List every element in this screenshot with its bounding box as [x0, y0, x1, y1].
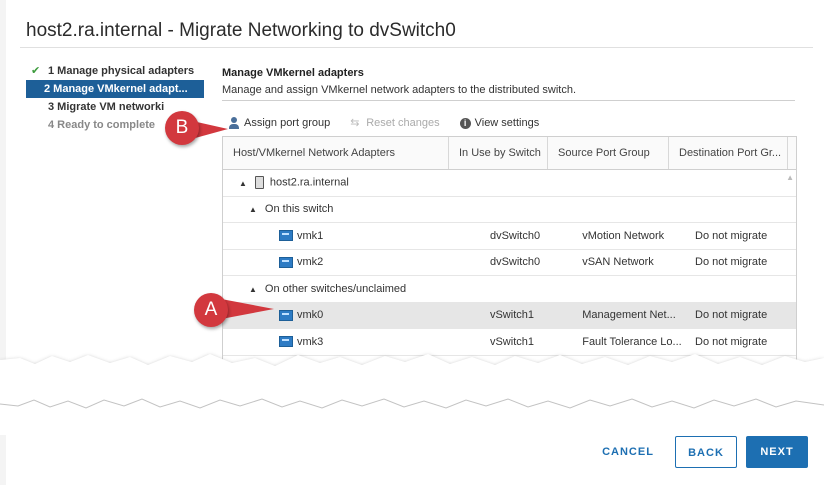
cell-switch: dvSwitch0: [489, 229, 541, 242]
cell-destination-port-group: Do not migrate: [695, 229, 768, 242]
cell-source-port-group: vSAN Network: [582, 256, 654, 269]
adapter-name: vmk0: [297, 309, 324, 322]
step-label: 1 Manage physical adapters: [48, 65, 195, 77]
reset-changes-label: Reset changes: [366, 117, 440, 129]
column-header-adapters[interactable]: Host/VMkernel Network Adapters: [223, 137, 449, 169]
cell-switch: dvSwitch0: [489, 256, 541, 269]
adapter-name: vmk1: [297, 229, 324, 242]
next-button[interactable]: NEXT: [746, 436, 808, 468]
cell-destination-port-group: Do not migrate: [695, 256, 768, 269]
view-settings-label: View settings: [474, 117, 540, 129]
title-divider: [20, 47, 813, 48]
table-row[interactable]: vmk1 dvSwitch0 vMotion Network Do not mi…: [223, 223, 796, 250]
network-adapter-icon: [279, 230, 293, 242]
group-row-other-switches[interactable]: ▲ On other switches/unclaimed: [223, 276, 796, 303]
column-header-source-port-group[interactable]: Source Port Group: [548, 137, 669, 169]
section-title: Manage VMkernel adapters: [222, 67, 364, 79]
assign-port-group-button[interactable]: Assign port group: [228, 117, 330, 129]
assign-port-group-label: Assign port group: [244, 117, 331, 129]
column-header-in-use-by-switch[interactable]: In Use by Switch: [449, 137, 548, 169]
step-label: 3 Migrate VM networki: [48, 101, 165, 113]
table-row[interactable]: vmk2 dvSwitch0 vSAN Network Do not migra…: [223, 250, 796, 276]
network-adapter-icon: [279, 256, 293, 268]
step-label: 2 Manage VMkernel adapt...: [44, 83, 188, 95]
group-label: On other switches/unclaimed: [264, 282, 407, 295]
checkmark-icon: ✔: [31, 65, 41, 77]
section-divider: [222, 100, 795, 101]
view-settings-button[interactable]: i View settings: [459, 117, 540, 129]
torn-edge-separator: [0, 354, 824, 435]
host-name: host2.ra.internal: [269, 176, 349, 189]
cell-source-port-group: Management Net...: [582, 309, 676, 322]
cancel-button[interactable]: CANCEL: [596, 436, 660, 468]
section-description: Manage and assign VMkernel network adapt…: [222, 84, 577, 96]
step-manage-vmkernel-adapters[interactable]: 2 Manage VMkernel adapt...: [26, 80, 204, 98]
reset-changes-button[interactable]: ⇆ Reset changes: [350, 117, 439, 129]
host-row[interactable]: ▲ host2.ra.internal: [223, 170, 796, 197]
collapse-triangle-icon[interactable]: ▲: [249, 285, 257, 294]
group-label: On this switch: [264, 203, 334, 216]
back-button[interactable]: BACK: [675, 436, 737, 468]
table-row-selected[interactable]: vmk0 vSwitch1 Management Net... Do not m…: [223, 302, 796, 329]
step-manage-physical-adapters[interactable]: ✔ 1 Manage physical adapters: [28, 62, 208, 80]
info-icon: i: [459, 117, 471, 129]
group-row-on-this-switch[interactable]: ▲ On this switch: [223, 197, 796, 223]
column-header-destination-port-group[interactable]: Destination Port Gr...: [669, 137, 788, 169]
network-adapter-icon: [279, 309, 293, 321]
callout-b-badge: B: [165, 111, 199, 145]
callout-a-badge: A: [194, 293, 228, 327]
vmkernel-adapters-table: Host/VMkernel Network Adapters In Use by…: [222, 136, 797, 367]
step-label: 4 Ready to complete: [48, 119, 155, 131]
adapter-name: vmk2: [297, 256, 324, 269]
cell-destination-port-group: Do not migrate: [695, 309, 768, 322]
toolbar: Assign port group ⇆ Reset changes i View…: [228, 117, 559, 129]
collapse-triangle-icon[interactable]: ▲: [239, 179, 247, 188]
dialog-title: host2.ra.internal - Migrate Networking t…: [26, 20, 456, 41]
table-header: Host/VMkernel Network Adapters In Use by…: [223, 137, 796, 170]
cell-switch: vSwitch1: [489, 309, 534, 322]
cell-source-port-group: vMotion Network: [582, 229, 665, 242]
collapse-triangle-icon[interactable]: ▲: [249, 205, 257, 214]
reset-icon: ⇆: [350, 117, 360, 129]
host-icon: [254, 176, 264, 190]
